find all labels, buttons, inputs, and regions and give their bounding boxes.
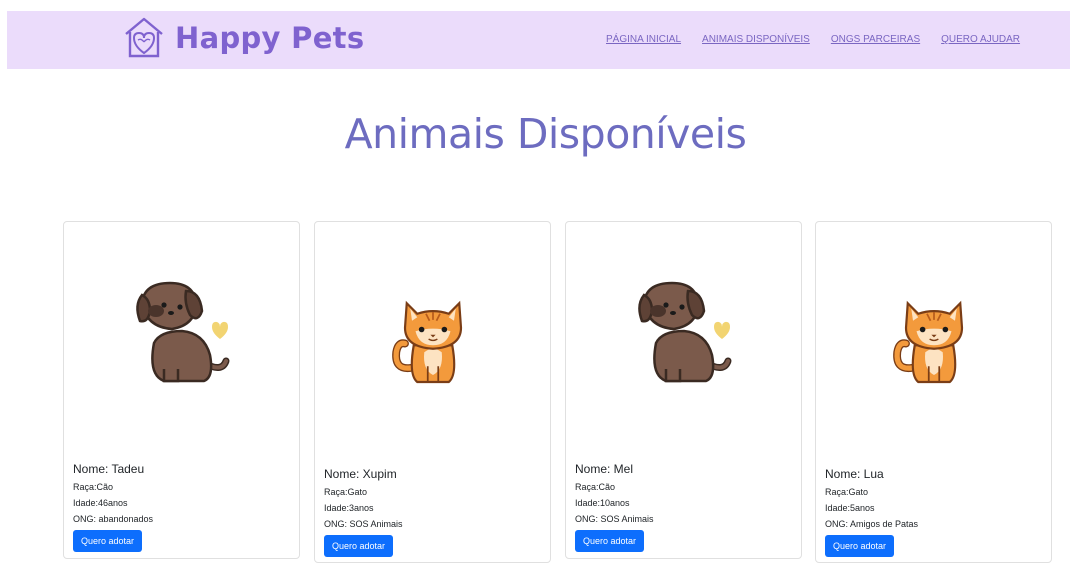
pet-age: Idade:46anos: [73, 498, 128, 508]
brand[interactable]: Happy Pets: [123, 16, 364, 60]
nav-link-ongs-parceiras[interactable]: ONGS PARCEIRAS: [831, 34, 920, 45]
pet-breed: Raça:Gato: [825, 487, 869, 497]
pet-image: [816, 222, 1051, 452]
pet-card: Nome: Mel Raça:Cão Idade:10anos ONG: SOS…: [565, 221, 802, 559]
adopt-button[interactable]: Quero adotar: [825, 535, 895, 557]
pet-age: Idade:5anos: [825, 503, 875, 513]
pet-card: Nome: Xupim Raça:Gato Idade:3anos ONG: S…: [314, 221, 551, 563]
adopt-button[interactable]: Quero adotar: [73, 530, 143, 552]
pet-image: [315, 222, 550, 452]
pet-name: Nome: Tadeu: [73, 462, 145, 476]
pet-ong: ONG: Amigos de Patas: [825, 519, 919, 529]
nav-link-pagina-inicial[interactable]: PÁGINA INICIAL: [606, 34, 681, 45]
pet-name: Nome: Lua: [825, 467, 884, 481]
card-body: Nome: Lua Raça:Gato Idade:5anos ONG: Ami…: [825, 467, 1045, 557]
top-navbar: Happy Pets PÁGINA INICIAL ANIMAIS DISPON…: [7, 11, 1070, 69]
pet-card: Nome: Tadeu Raça:Cão Idade:46anos ONG: a…: [63, 221, 300, 559]
nav-links: PÁGINA INICIAL ANIMAIS DISPONÍVEIS ONGS …: [606, 34, 1020, 45]
pet-ong: ONG: SOS Animais: [575, 514, 654, 524]
adopt-button[interactable]: Quero adotar: [324, 535, 394, 557]
pet-breed: Raça:Cão: [73, 482, 114, 492]
card-body: Nome: Xupim Raça:Gato Idade:3anos ONG: S…: [324, 467, 544, 557]
pet-image: [64, 222, 299, 452]
brand-name: Happy Pets: [175, 21, 365, 55]
pet-ong: ONG: SOS Animais: [324, 519, 403, 529]
nav-link-quero-ajudar[interactable]: QUERO AJUDAR: [941, 34, 1020, 45]
card-body: Nome: Tadeu Raça:Cão Idade:46anos ONG: a…: [73, 462, 293, 552]
pet-card: Nome: Lua Raça:Gato Idade:5anos ONG: Ami…: [815, 221, 1052, 563]
dog-illustration-icon: [634, 280, 734, 390]
pet-ong: ONG: abandonados: [73, 514, 154, 524]
cat-illustration-icon: [892, 292, 976, 388]
cat-illustration-icon: [391, 292, 475, 388]
pet-name: Nome: Mel: [575, 462, 634, 476]
pet-image: [566, 222, 801, 452]
pet-breed: Raça:Cão: [575, 482, 616, 492]
pet-age: Idade:3anos: [324, 503, 374, 513]
card-body: Nome: Mel Raça:Cão Idade:10anos ONG: SOS…: [575, 462, 795, 552]
pet-breed: Raça:Gato: [324, 487, 368, 497]
nav-link-animais-disponiveis[interactable]: ANIMAIS DISPONÍVEIS: [702, 34, 810, 45]
dog-illustration-icon: [132, 280, 232, 390]
house-heart-logo-icon: [125, 17, 163, 58]
pet-age: Idade:10anos: [575, 498, 630, 508]
adopt-button[interactable]: Quero adotar: [575, 530, 645, 552]
pet-name: Nome: Xupim: [324, 467, 397, 481]
page-title: Animais Disponíveis: [344, 110, 747, 158]
